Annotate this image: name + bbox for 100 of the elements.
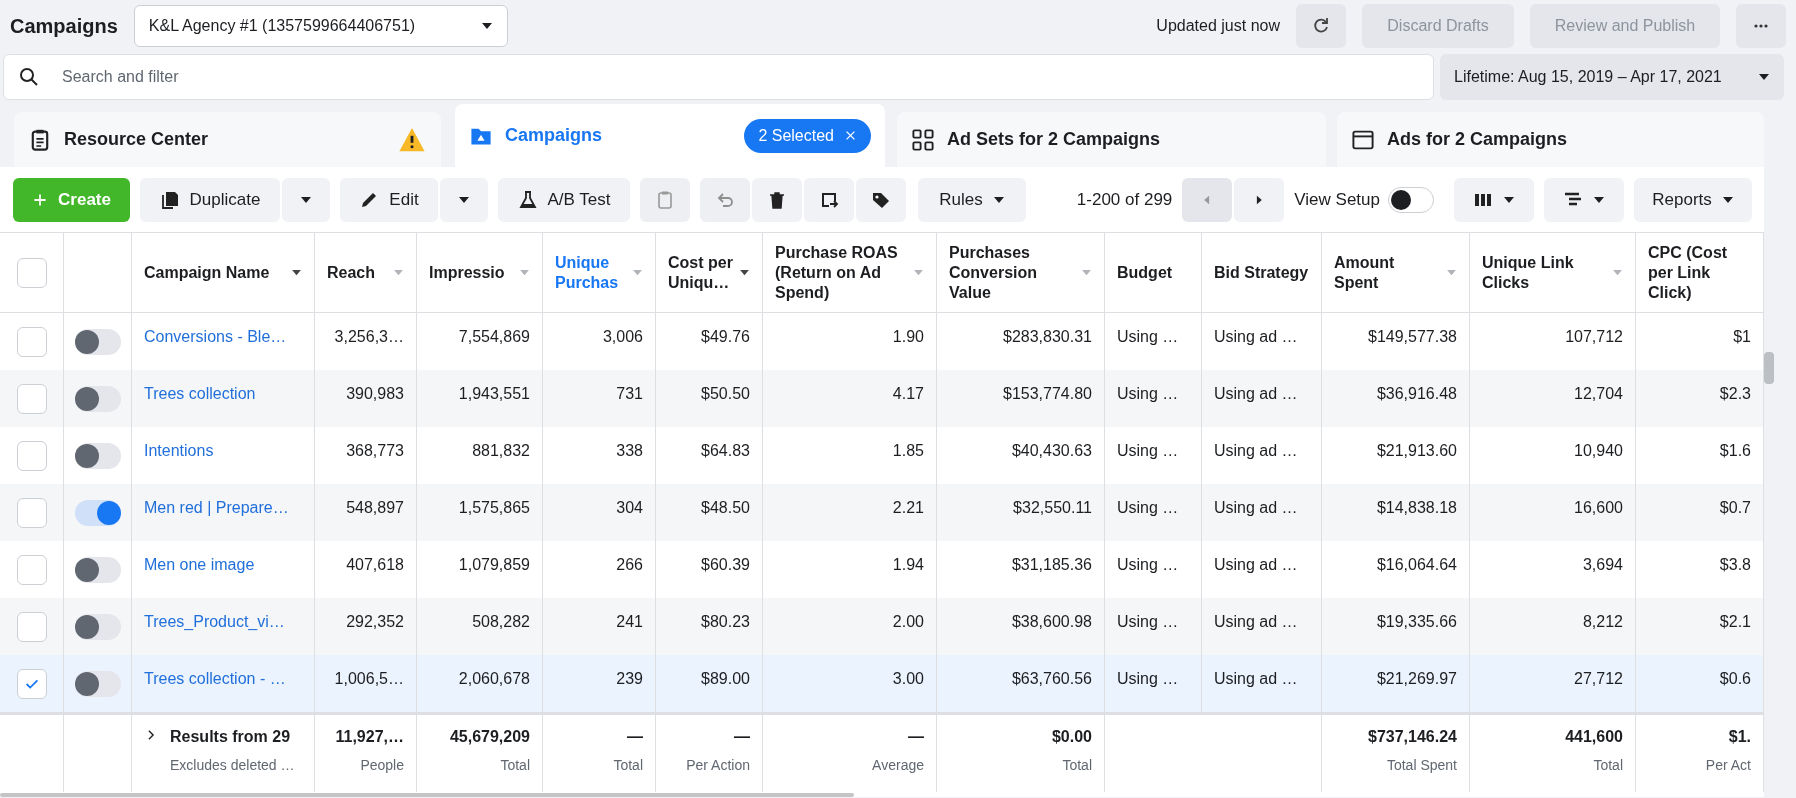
total-value: 11,927,…: [335, 727, 404, 747]
table-cell: 2.00: [892, 613, 924, 630]
selection-chip[interactable]: 2 Selected: [744, 118, 871, 153]
results-label[interactable]: Results from 29: [170, 725, 295, 749]
close-icon: [844, 129, 857, 142]
campaign-toggle[interactable]: [74, 385, 121, 412]
table-cell: $283,830.31: [1003, 328, 1092, 345]
tab[interactable]: Ads for 2 Campaigns: [1337, 112, 1764, 167]
table-cell: 292,352: [346, 613, 404, 630]
campaign-toggle[interactable]: [74, 613, 121, 640]
export-button[interactable]: [804, 177, 854, 222]
table-cell: 16,600: [1574, 499, 1623, 516]
column-header[interactable]: Budget: [1117, 262, 1189, 283]
campaign-toggle[interactable]: [74, 670, 121, 697]
rules-dropdown[interactable]: Rules: [918, 177, 1026, 222]
column-header[interactable]: Unique Purchas: [555, 252, 628, 293]
campaign-toggle[interactable]: [74, 556, 121, 583]
search-field[interactable]: Search and filter: [3, 54, 1434, 100]
row-checkbox[interactable]: [16, 611, 47, 642]
total-label: Total: [500, 756, 530, 775]
caret-icon: [393, 269, 404, 276]
campaign-link[interactable]: Men one image: [144, 556, 255, 573]
column-header[interactable]: Reach: [327, 262, 389, 283]
table-cell: $48.50: [701, 499, 750, 516]
results-note: Excludes deleted …: [170, 756, 295, 775]
campaign-link[interactable]: Trees_Product_vi…: [144, 613, 285, 630]
total-value: $0.00: [1051, 727, 1092, 747]
table-cell: $2.3: [1719, 385, 1751, 402]
date-range-dropdown[interactable]: Lifetime: Aug 15, 2019 – Apr 17, 2021: [1440, 54, 1784, 100]
refresh-button[interactable]: [1296, 4, 1346, 48]
table-cell: $153,774.80: [1003, 385, 1092, 402]
edit-button[interactable]: Edit: [340, 177, 438, 222]
columns-dropdown[interactable]: [1454, 177, 1534, 222]
view-setup-toggle[interactable]: [1388, 186, 1434, 213]
column-header[interactable]: Amount Spent: [1334, 252, 1442, 293]
row-checkbox[interactable]: [16, 554, 47, 585]
row-checkbox[interactable]: [16, 668, 47, 699]
table-cell: 1,079,859: [458, 556, 530, 573]
campaign-link[interactable]: Men red | Prepare…: [144, 499, 289, 516]
ab-test-button[interactable]: A/B Test: [498, 177, 630, 222]
column-header[interactable]: Unique Link Clicks: [1482, 252, 1608, 293]
flask-icon: [517, 189, 538, 210]
tab[interactable]: Resource Center: [14, 112, 441, 167]
caret-icon: [632, 269, 643, 276]
table-cell: 1,006,5…: [334, 670, 404, 687]
total-value: —: [734, 727, 750, 747]
account-dropdown[interactable]: K&L Agency #1 (1357599664406751): [133, 5, 508, 47]
table-cell: 266: [616, 556, 643, 573]
horizontal-scrollbar[interactable]: [0, 793, 854, 797]
row-checkbox[interactable]: [16, 383, 47, 414]
table-cell: 304: [616, 499, 643, 516]
table-cell: 10,940: [1574, 442, 1623, 459]
campaign-link[interactable]: Trees collection - …: [144, 670, 286, 687]
table-cell: 3,006: [602, 328, 643, 345]
table-cell: 3,256,3…: [334, 328, 404, 345]
table-cell: Using …: [1117, 499, 1179, 516]
column-header[interactable]: Cost per Uniqu…: [668, 252, 735, 293]
table-cell: 548,897: [346, 499, 404, 516]
table-row[interactable]: Trees collection 390,983 1,943,551 731 $50.50 4.17 $153,774.80 Using … Using ad … $36,916.48 12,704 $2.3: [0, 370, 1764, 427]
total-value: 45,679,209: [449, 727, 530, 747]
column-header[interactable]: Campaign Name: [144, 262, 287, 283]
vertical-scrollbar[interactable]: [1764, 352, 1774, 384]
table-cell: Using ad …: [1214, 613, 1298, 630]
row-checkbox[interactable]: [16, 440, 47, 471]
caret-icon: [1593, 195, 1605, 204]
campaign-toggle[interactable]: [74, 328, 121, 355]
table-cell: 7,554,869: [458, 328, 530, 345]
table-cell: Using …: [1117, 670, 1179, 687]
table-cell: $36,916.48: [1376, 385, 1457, 402]
view-setup-label: View Setup: [1294, 188, 1380, 211]
column-header[interactable]: Impressio: [429, 262, 515, 283]
table-row[interactable]: Trees_Product_vi… 292,352 508,282 241 $80.23 2.00 $38,600.98 Using … Using ad … $19,335.66 8,212 $2.1: [0, 598, 1764, 655]
tag-button[interactable]: [856, 177, 906, 222]
table-row[interactable]: Trees collection - … 1,006,5… 2,060,678 239 $89.00 3.00 $63,760.56 Using … Using ad … $21,269.97 27,712 $0.6: [0, 655, 1764, 712]
tab[interactable]: Ad Sets for 2 Campaigns: [897, 112, 1326, 167]
delete-button[interactable]: [752, 177, 802, 222]
total-label: Per Action: [686, 756, 750, 775]
table-cell: Using ad …: [1214, 670, 1298, 687]
table-cell: $0.6: [1719, 670, 1751, 687]
table-cell: 1,575,865: [458, 499, 530, 516]
table-cell: 4.17: [892, 385, 924, 402]
column-header[interactable]: Purchases Conversion Value: [949, 242, 1077, 303]
column-header[interactable]: Purchase ROAS (Return on Ad Spend): [775, 242, 909, 303]
table-cell: $149,577.38: [1368, 328, 1457, 345]
reports-dropdown[interactable]: Reports: [1634, 177, 1752, 222]
table-cell: $21,269.97: [1376, 670, 1457, 687]
duplicate-button[interactable]: Duplicate: [140, 177, 280, 222]
column-header[interactable]: CPC (Cost per Link Click): [1648, 242, 1751, 303]
campaign-toggle[interactable]: [74, 499, 121, 526]
tab[interactable]: Campaigns 2 Selected: [455, 104, 885, 167]
column-header[interactable]: Bid Strategy: [1214, 262, 1309, 283]
campaign-link[interactable]: Conversions - Ble…: [144, 328, 287, 345]
campaign-link[interactable]: Intentions: [144, 442, 214, 459]
campaign-link[interactable]: Trees collection: [144, 385, 256, 402]
campaign-toggle[interactable]: [74, 442, 121, 469]
breakdown-dropdown[interactable]: [1544, 177, 1624, 222]
table-row[interactable]: Men red | Prepare… 548,897 1,575,865 304 $48.50 2.21 $32,550.11 Using … Using ad … $14,838.18 16,600 $0.7: [0, 484, 1764, 541]
row-checkbox[interactable]: [16, 326, 47, 357]
select-all-checkbox[interactable]: [16, 257, 47, 288]
row-checkbox[interactable]: [16, 497, 47, 528]
